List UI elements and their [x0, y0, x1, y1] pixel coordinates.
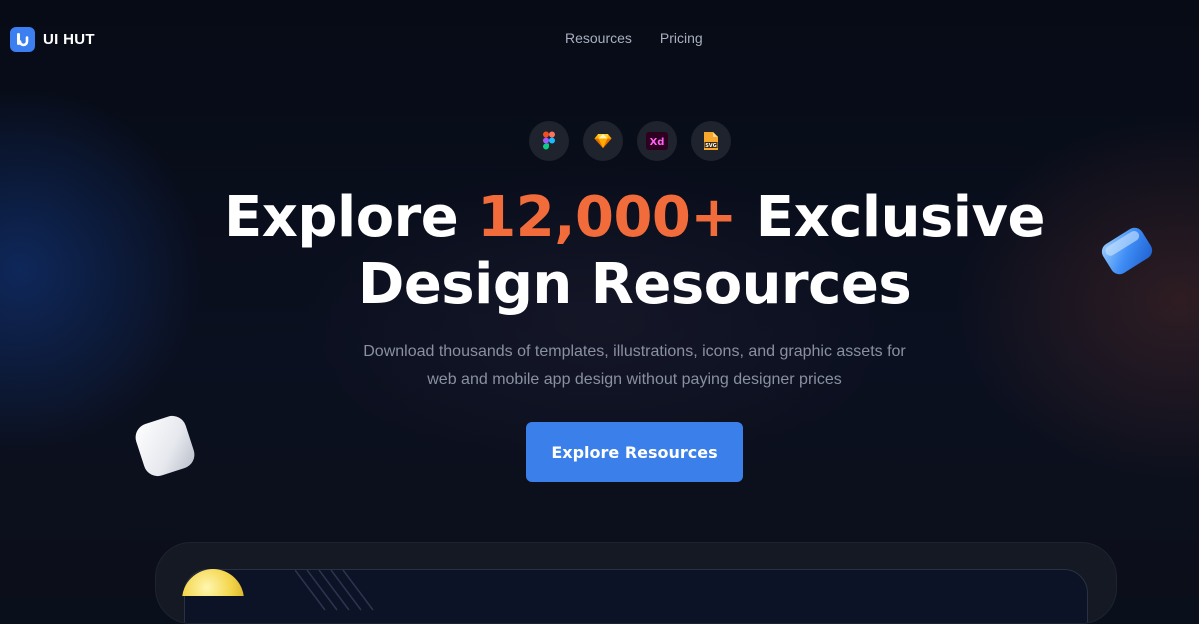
- brand-name: UI HUT: [43, 31, 95, 48]
- figma-icon: [543, 131, 555, 150]
- sketch-icon: [594, 134, 612, 148]
- svg-file-label: SVG: [705, 143, 717, 149]
- adobe-xd-icon: Xd: [646, 132, 668, 150]
- hero-subtitle-line2: web and mobile app design without paying…: [427, 371, 842, 388]
- figma-badge: [529, 121, 569, 161]
- white-cube-decoration-icon: [135, 415, 195, 477]
- hero-title-suffix: Exclusive: [736, 185, 1046, 250]
- nav-pricing-link[interactable]: Pricing: [660, 30, 703, 46]
- preview-lines-decoration: [295, 570, 374, 611]
- svg-file-icon: SVG: [704, 132, 718, 150]
- adobe-xd-label: Xd: [650, 137, 665, 148]
- preview-screen: [184, 569, 1088, 623]
- blue-cube-decoration-icon: [1101, 227, 1153, 275]
- preview-card: [155, 542, 1117, 624]
- nav-resources-link[interactable]: Resources: [565, 30, 632, 46]
- hero-subtitle: Download thousands of templates, illustr…: [0, 338, 1199, 394]
- top-nav: Resources Pricing: [565, 30, 703, 46]
- hero-title-line2: Design Resources: [357, 252, 912, 317]
- sketch-badge: [583, 121, 623, 161]
- hero-title-prefix: Explore: [224, 185, 478, 250]
- brand-logo[interactable]: UI HUT: [10, 27, 95, 52]
- hero-subtitle-line1: Download thousands of templates, illustr…: [363, 343, 906, 360]
- tool-badges: Xd SVG: [529, 121, 731, 161]
- svg-badge: SVG: [691, 121, 731, 161]
- adobe-xd-badge: Xd: [637, 121, 677, 161]
- hero-title-highlight: 12,000+: [477, 185, 737, 250]
- yellow-sphere-decoration-icon: [182, 569, 244, 596]
- explore-resources-button[interactable]: Explore Resources: [526, 422, 743, 482]
- logo-mark-icon: [10, 27, 35, 52]
- hero-title: Explore 12,000+ Exclusive Design Resourc…: [0, 184, 1199, 318]
